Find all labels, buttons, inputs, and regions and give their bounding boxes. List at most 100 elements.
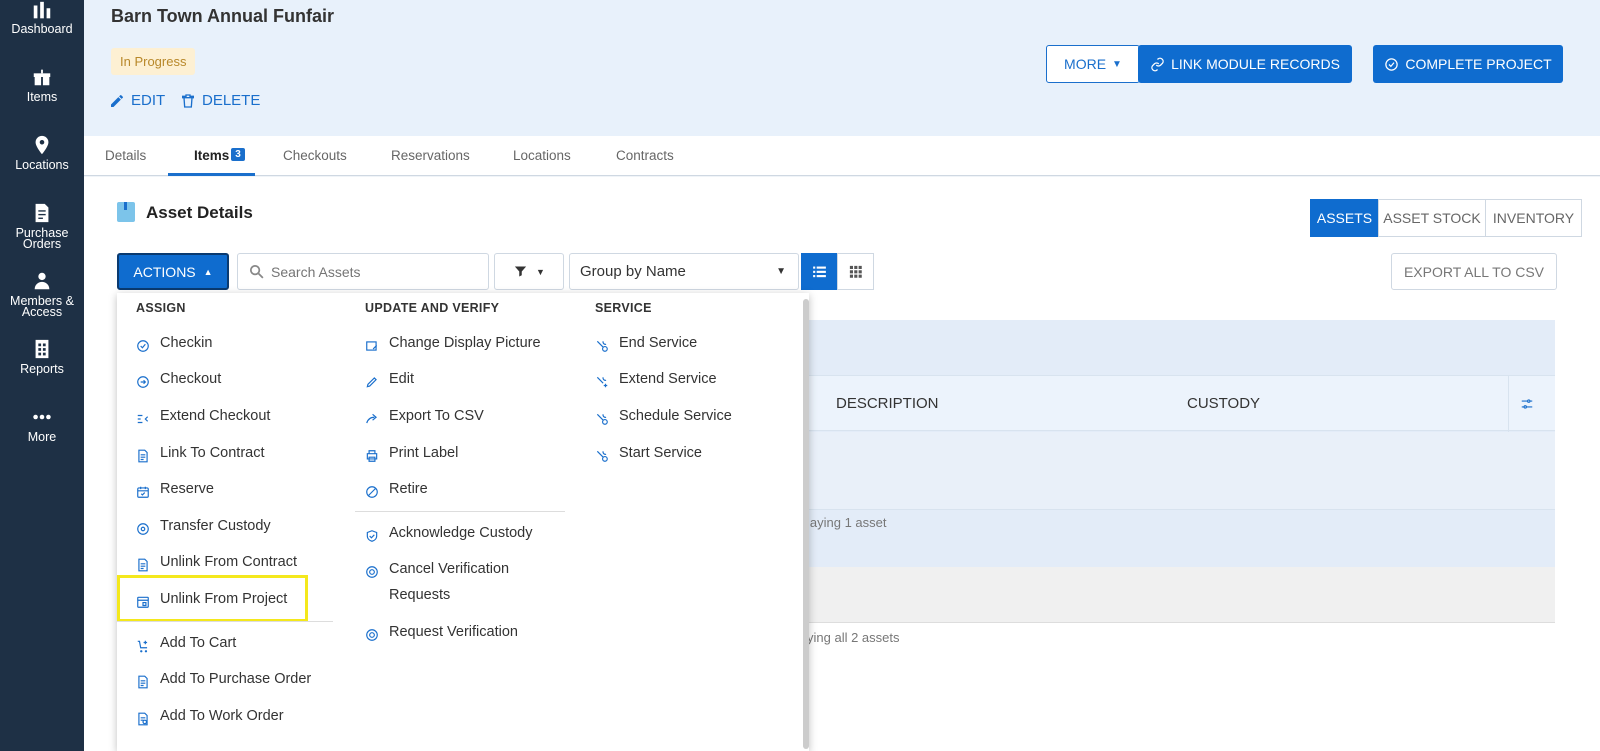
sidebar: Dashboard Items Locations Purchase Order… — [0, 0, 84, 751]
sidebar-item-label: Locations — [15, 158, 69, 172]
work-order-icon — [136, 709, 150, 726]
sidebar-item-dashboard[interactable]: Dashboard — [0, 0, 84, 35]
menu-item-start-service[interactable]: Start Service — [595, 440, 702, 466]
update-verify-heading: UPDATE AND VERIFY — [365, 301, 500, 315]
segment-assets[interactable]: ASSETS — [1310, 199, 1379, 237]
grid-view-button[interactable] — [837, 253, 874, 290]
gift-icon — [31, 66, 53, 88]
sidebar-item-reports[interactable]: Reports — [0, 338, 84, 375]
menu-item-add-to-cart[interactable]: Add To Cart — [136, 630, 236, 656]
sidebar-item-label: Members & Access — [10, 294, 74, 319]
complete-project-button[interactable]: COMPLETE PROJECT — [1373, 45, 1563, 83]
menu-item-print-label[interactable]: Print Label — [365, 440, 458, 466]
segment-inventory[interactable]: INVENTORY — [1485, 199, 1582, 237]
menu-item-add-to-work-order[interactable]: Add To Work Order — [136, 703, 284, 729]
export-all-csv-button[interactable]: EXPORT ALL TO CSV — [1391, 253, 1557, 290]
group-by-select[interactable]: Group by Name ▼ — [569, 253, 799, 290]
wrench-icon — [595, 336, 609, 352]
menu-item-request-verification[interactable]: Request Verification — [365, 619, 518, 645]
more-button[interactable]: MORE ▼ — [1046, 45, 1140, 83]
sidebar-item-label: More — [27, 430, 57, 444]
reports-icon — [31, 338, 53, 360]
project-header: Barn Town Annual Funfair In Progress EDI… — [84, 0, 1600, 136]
calendar-icon — [136, 482, 150, 498]
highlight-box — [117, 575, 308, 622]
purchase-orders-icon — [31, 202, 53, 224]
scrollbar[interactable] — [803, 299, 809, 749]
tab-locations[interactable]: Locations — [513, 148, 571, 163]
list-view-button[interactable] — [801, 253, 838, 290]
page-title: Barn Town Annual Funfair — [111, 6, 334, 26]
caret-down-icon: ▼ — [1112, 58, 1122, 70]
tab-reservations[interactable]: Reservations — [391, 148, 470, 163]
column-header-custody: CUSTODY — [1187, 395, 1261, 412]
extend-icon — [136, 409, 150, 424]
assign-heading: ASSIGN — [136, 301, 186, 315]
dashboard-icon — [31, 0, 53, 20]
tab-bar: Details Items 3 Checkouts Reservations Lo… — [84, 136, 1600, 176]
tab-details[interactable]: Details — [105, 148, 146, 163]
share-arrow-icon — [365, 409, 379, 424]
delete-button[interactable]: DELETE — [180, 92, 260, 109]
menu-item-add-to-purchase-order[interactable]: Add To Purchase Order — [136, 666, 311, 692]
sidebar-item-label: Items — [26, 90, 58, 104]
table-row — [716, 432, 1555, 510]
sidebar-item-more[interactable]: More — [0, 406, 84, 443]
tab-contracts[interactable]: Contracts — [616, 148, 674, 163]
section-title: Asset Details — [146, 203, 253, 222]
menu-item-checkin[interactable]: Checkin — [136, 330, 212, 356]
menu-item-checkout[interactable]: Checkout — [136, 366, 221, 392]
service-heading: SERVICE — [595, 301, 652, 315]
menu-item-extend-service[interactable]: Extend Service — [595, 366, 717, 392]
segment-asset-stock[interactable]: ASSET STOCK — [1378, 199, 1486, 237]
total-footer-text: ying all 2 assets — [807, 630, 900, 645]
menu-item-link-to-contract[interactable]: Link To Contract — [136, 440, 265, 466]
link-icon — [1151, 57, 1164, 71]
menu-item-extend-checkout[interactable]: Extend Checkout — [136, 403, 270, 429]
contract-icon — [136, 446, 150, 463]
status-badge: In Progress — [111, 48, 196, 75]
column-header-description: DESCRIPTION — [836, 395, 939, 412]
tab-checkouts[interactable]: Checkouts — [283, 148, 347, 163]
filter-button[interactable]: ▼ — [494, 253, 564, 290]
menu-item-schedule-service[interactable]: Schedule Service — [595, 403, 732, 429]
caret-up-icon: ▲ — [203, 266, 213, 277]
menu-item-change-display-picture[interactable]: Change Display Picture — [365, 330, 541, 356]
search-input[interactable] — [271, 263, 471, 280]
menu-item-unlink-from-contract[interactable]: Unlink From Contract — [136, 549, 297, 575]
edit-button[interactable]: EDIT — [109, 92, 165, 109]
sidebar-item-members[interactable]: Members & Access — [0, 270, 84, 318]
menu-item-edit[interactable]: Edit — [365, 366, 414, 392]
menu-item-transfer-custody[interactable]: Transfer Custody — [136, 513, 271, 539]
ban-icon — [365, 482, 379, 498]
table-header-row: DESCRIPTION CUSTODY — [716, 375, 1555, 431]
actions-dropdown-menu: ASSIGN Checkin Checkout Extend Checkout … — [117, 293, 809, 751]
menu-item-cancel-verification-requests[interactable]: Cancel Verification Requests — [365, 556, 535, 608]
tab-items[interactable]: Items 3 — [194, 148, 245, 163]
sidebar-item-purchase-orders[interactable]: Purchase Orders — [0, 202, 84, 250]
menu-item-end-service[interactable]: End Service — [595, 330, 697, 356]
more-dots-icon — [31, 406, 53, 428]
menu-item-reserve[interactable]: Reserve — [136, 476, 214, 502]
actions-button[interactable]: ACTIONS ▲ — [117, 253, 229, 290]
purchase-order-icon — [136, 672, 150, 689]
grid-icon — [849, 265, 862, 278]
column-settings-button[interactable] — [1508, 376, 1545, 432]
verification-icon — [365, 562, 379, 578]
wrench-icon — [595, 409, 609, 425]
contract-icon — [136, 555, 150, 572]
printer-icon — [365, 446, 379, 462]
caret-down-icon: ▼ — [776, 266, 786, 277]
group-row — [716, 567, 1555, 623]
menu-item-retire[interactable]: Retire — [365, 476, 428, 502]
wrench-icon — [595, 446, 609, 462]
transfer-icon — [136, 519, 150, 535]
sidebar-item-items[interactable]: Items — [0, 66, 84, 103]
menu-item-export-to-csv[interactable]: Export To CSV — [365, 403, 484, 429]
pencil-icon — [111, 94, 123, 107]
menu-item-acknowledge-custody[interactable]: Acknowledge Custody — [365, 520, 532, 546]
link-module-records-button[interactable]: LINK MODULE RECORDS — [1138, 45, 1352, 83]
sidebar-item-locations[interactable]: Locations — [0, 134, 84, 171]
search-box[interactable] — [237, 253, 489, 290]
wrench-icon — [595, 372, 609, 388]
